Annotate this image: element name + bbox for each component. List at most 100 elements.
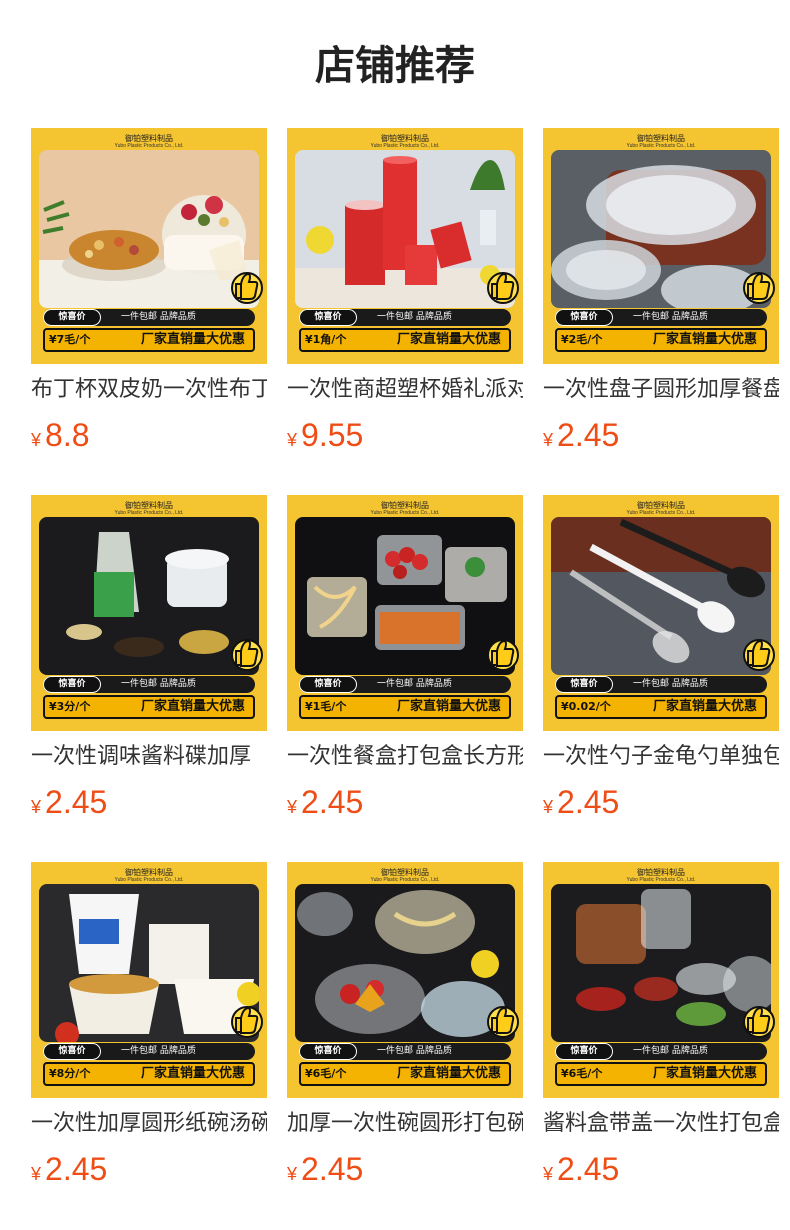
promo-text: 厂家直销量大优惠 (140, 332, 245, 347)
promo-text: 厂家直销量大优惠 (396, 332, 501, 347)
promo-tagline: 惊喜价 一件包邮 品牌品质 (555, 676, 767, 693)
product-title[interactable]: 布丁杯双皮奶一次性布丁杯 (31, 374, 267, 406)
thumbs-up-icon (743, 637, 775, 671)
product-price: ¥2.45 (287, 1149, 363, 1189)
product-title[interactable]: 一次性盘子圆形加厚餐盘 (543, 374, 779, 406)
brand-name-en: Yubo Plastic Products Co., Ltd. (114, 510, 184, 516)
perks-text: 一件包邮 品牌品质 (121, 312, 196, 322)
brand-name-en: Yubo Plastic Products Co., Ltd. (114, 877, 184, 883)
product-card[interactable]: 御铂塑料制品 Yubo Plastic Products Co., Ltd. 惊… (543, 128, 779, 468)
product-photo (551, 150, 771, 308)
product-card[interactable]: 御铂塑料制品 Yubo Plastic Products Co., Ltd. 惊… (287, 862, 523, 1202)
product-price: ¥2.45 (543, 1149, 619, 1189)
perks-text: 一件包邮 品牌品质 (121, 1046, 196, 1056)
product-price: ¥8.8 (31, 415, 90, 455)
product-price: ¥2.45 (31, 1149, 107, 1189)
brand-name-en: Yubo Plastic Products Co., Ltd. (626, 143, 696, 149)
price-amount: 2.45 (301, 784, 364, 820)
product-photo (295, 884, 515, 1042)
perks-text: 一件包邮 品牌品质 (633, 1046, 708, 1056)
product-photo (39, 150, 259, 308)
promo-bar: ¥7毛/个 厂家直销量大优惠 (43, 328, 255, 352)
product-card[interactable]: 御铂塑料制品 Yubo Plastic Products Co., Ltd. 惊… (31, 495, 267, 835)
brand-name-en: Yubo Plastic Products Co., Ltd. (626, 510, 696, 516)
thumbs-up-icon (487, 1004, 519, 1038)
product-image[interactable]: 御铂塑料制品 Yubo Plastic Products Co., Ltd. 惊… (31, 128, 267, 364)
promo-tagline: 惊喜价 一件包邮 品牌品质 (555, 309, 767, 326)
product-card[interactable]: 御铂塑料制品 Yubo Plastic Products Co., Ltd. 惊… (287, 495, 523, 835)
product-title[interactable]: 一次性加厚圆形纸碗汤碗 (31, 1108, 267, 1140)
currency-symbol: ¥ (31, 1164, 42, 1184)
product-card[interactable]: 御铂塑料制品 Yubo Plastic Products Co., Ltd. 惊… (287, 128, 523, 468)
product-image[interactable]: 御铂塑料制品 Yubo Plastic Products Co., Ltd. 惊… (31, 495, 267, 731)
promo-tagline: 惊喜价 一件包邮 品牌品质 (555, 1043, 767, 1060)
product-card[interactable]: 御铂塑料制品 Yubo Plastic Products Co., Ltd. 惊… (543, 495, 779, 835)
product-image[interactable]: 御铂塑料制品 Yubo Plastic Products Co., Ltd. 惊… (543, 862, 779, 1098)
currency-symbol: ¥ (287, 430, 298, 450)
unit-price: ¥1毛/个 (305, 700, 347, 713)
product-card[interactable]: 御铂塑料制品 Yubo Plastic Products Co., Ltd. 惊… (31, 128, 267, 468)
product-image[interactable]: 御铂塑料制品 Yubo Plastic Products Co., Ltd. 惊… (287, 495, 523, 731)
product-title[interactable]: 酱料盒带盖一次性打包盒 (543, 1108, 779, 1140)
surprise-price-badge: 惊喜价 (555, 1043, 613, 1060)
surprise-price-badge: 惊喜价 (43, 676, 101, 693)
product-photo (551, 884, 771, 1042)
product-image[interactable]: 御铂塑料制品 Yubo Plastic Products Co., Ltd. 惊… (543, 128, 779, 364)
product-title[interactable]: 加厚一次性碗圆形打包碗 (287, 1108, 523, 1140)
product-image[interactable]: 御铂塑料制品 Yubo Plastic Products Co., Ltd. 惊… (543, 495, 779, 731)
price-amount: 2.45 (557, 417, 620, 453)
promo-bar: ¥6毛/个 厂家直销量大优惠 (555, 1062, 767, 1086)
currency-symbol: ¥ (543, 797, 554, 817)
currency-symbol: ¥ (543, 430, 554, 450)
product-card[interactable]: 御铂塑料制品 Yubo Plastic Products Co., Ltd. 惊… (543, 862, 779, 1202)
unit-price: ¥6毛/个 (561, 1067, 603, 1080)
unit-price: ¥3分/个 (49, 700, 91, 713)
surprise-price-badge: 惊喜价 (299, 309, 357, 326)
brand-name-en: Yubo Plastic Products Co., Ltd. (370, 877, 440, 883)
promo-text: 厂家直销量大优惠 (140, 1066, 245, 1081)
currency-symbol: ¥ (31, 430, 42, 450)
thumbs-up-icon (231, 637, 263, 671)
perks-text: 一件包邮 品牌品质 (377, 312, 452, 322)
product-photo (295, 517, 515, 675)
price-amount: 2.45 (45, 1151, 108, 1187)
product-price: ¥2.45 (543, 415, 619, 455)
product-title[interactable]: 一次性餐盒打包盒长方形 (287, 741, 523, 773)
price-amount: 9.55 (301, 417, 364, 453)
price-amount: 2.45 (301, 1151, 364, 1187)
product-price: ¥2.45 (31, 782, 107, 822)
product-image[interactable]: 御铂塑料制品 Yubo Plastic Products Co., Ltd. 惊… (287, 862, 523, 1098)
product-title[interactable]: 一次性商超塑杯婚礼派对杯 (287, 374, 523, 406)
thumbs-up-icon (487, 637, 519, 671)
product-price: ¥9.55 (287, 415, 363, 455)
product-card[interactable]: 御铂塑料制品 Yubo Plastic Products Co., Ltd. 惊… (31, 862, 267, 1202)
price-amount: 2.45 (45, 784, 108, 820)
thumbs-up-icon (231, 270, 263, 304)
currency-symbol: ¥ (31, 797, 42, 817)
brand-name-en: Yubo Plastic Products Co., Ltd. (114, 143, 184, 149)
promo-tagline: 惊喜价 一件包邮 品牌品质 (299, 676, 511, 693)
promo-bar: ¥2毛/个 厂家直销量大优惠 (555, 328, 767, 352)
product-price: ¥2.45 (543, 782, 619, 822)
promo-text: 厂家直销量大优惠 (652, 699, 757, 714)
promo-tagline: 惊喜价 一件包邮 品牌品质 (299, 1043, 511, 1060)
brand-name-en: Yubo Plastic Products Co., Ltd. (370, 143, 440, 149)
thumbs-up-icon (231, 1004, 263, 1038)
promo-bar: ¥0.02/个 厂家直销量大优惠 (555, 695, 767, 719)
perks-text: 一件包邮 品牌品质 (121, 679, 196, 689)
price-amount: 2.45 (557, 784, 620, 820)
brand-name-en: Yubo Plastic Products Co., Ltd. (370, 510, 440, 516)
promo-tagline: 惊喜价 一件包邮 品牌品质 (43, 676, 255, 693)
currency-symbol: ¥ (287, 1164, 298, 1184)
promo-text: 厂家直销量大优惠 (140, 699, 245, 714)
product-image[interactable]: 御铂塑料制品 Yubo Plastic Products Co., Ltd. 惊… (31, 862, 267, 1098)
promo-tagline: 惊喜价 一件包邮 品牌品质 (43, 309, 255, 326)
unit-price: ¥8分/个 (49, 1067, 91, 1080)
product-image[interactable]: 御铂塑料制品 Yubo Plastic Products Co., Ltd. 惊… (287, 128, 523, 364)
surprise-price-badge: 惊喜价 (555, 676, 613, 693)
product-title[interactable]: 一次性调味酱料碟加厚 (31, 741, 267, 773)
promo-text: 厂家直销量大优惠 (396, 699, 501, 714)
perks-text: 一件包邮 品牌品质 (633, 312, 708, 322)
promo-text: 厂家直销量大优惠 (652, 332, 757, 347)
product-title[interactable]: 一次性勺子金龟勺单独包装 (543, 741, 779, 773)
